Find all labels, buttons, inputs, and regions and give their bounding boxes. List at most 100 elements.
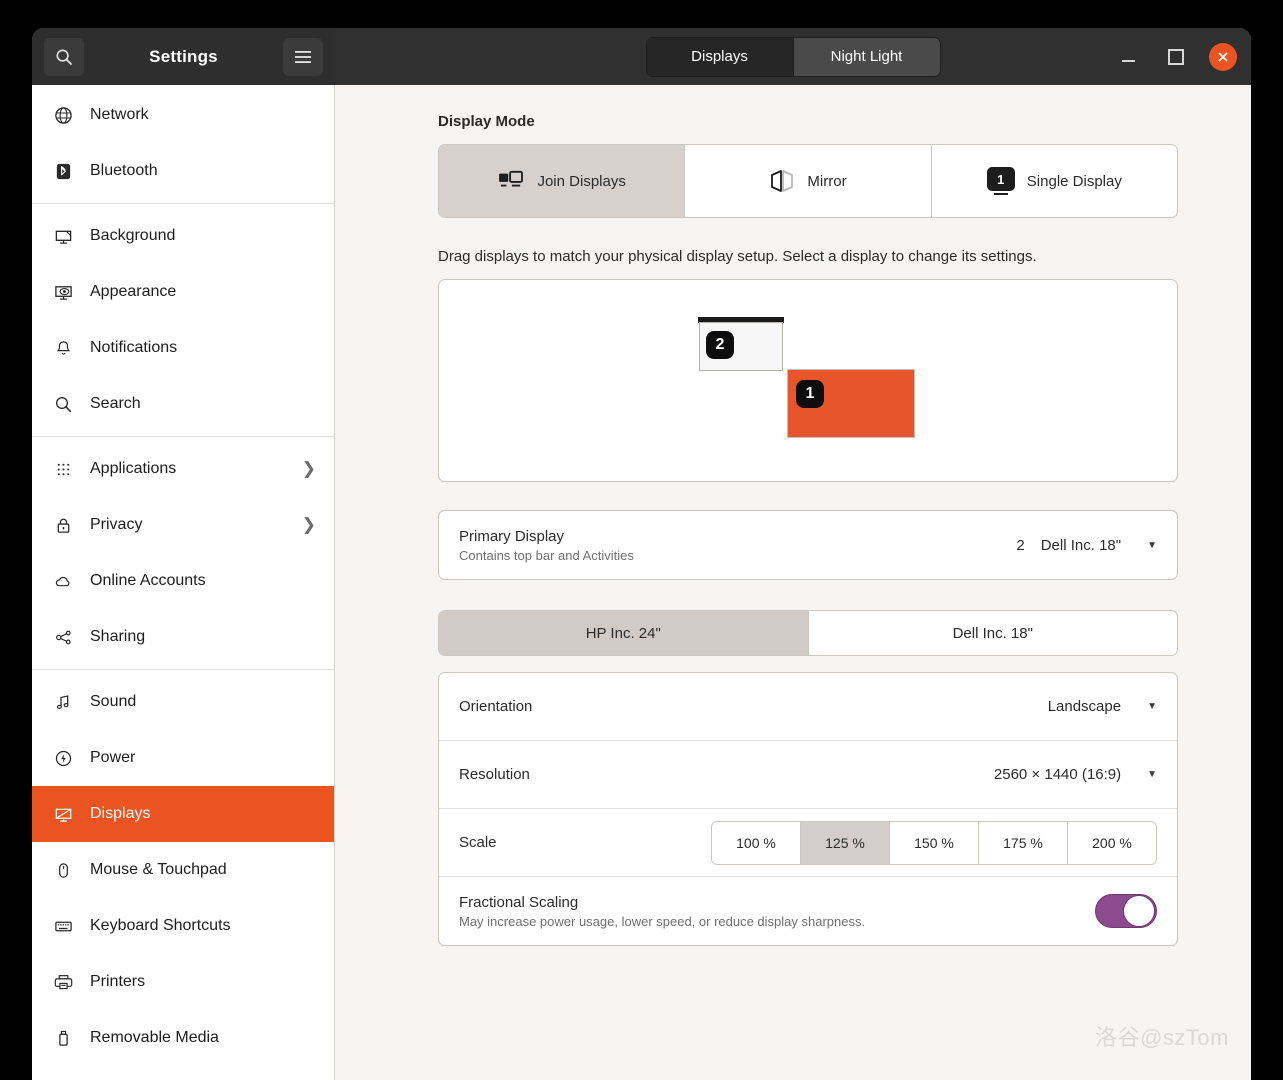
mode-label: Join Displays [537, 172, 626, 190]
sidebar-item-search[interactable]: Search [32, 376, 334, 432]
cloud-icon [50, 572, 76, 591]
close-button[interactable] [1209, 42, 1237, 71]
scale-option-100[interactable]: 100 % [712, 821, 801, 864]
fractional-scaling-label: Fractional Scaling [459, 893, 579, 911]
sidebar-item-sound[interactable]: Sound [32, 674, 334, 730]
search-button[interactable] [44, 37, 84, 76]
maximize-button[interactable] [1161, 42, 1191, 72]
orientation-value: Landscape ▼ [1048, 698, 1157, 715]
hamburger-menu-icon [295, 50, 311, 63]
scale-options: 100 % 125 % 150 % 175 % 200 % [711, 820, 1157, 865]
mode-single-display-button[interactable]: 1 Single Display [931, 145, 1177, 217]
sidebar-item-bluetooth[interactable]: Bluetooth [32, 143, 334, 199]
chevron-down-icon[interactable]: ▼ [1147, 769, 1157, 780]
sidebar-item-label: Appearance [90, 283, 177, 300]
sidebar-item-label: Bluetooth [90, 162, 158, 179]
display-selector-tabs: HP Inc. 24" Dell Inc. 18" [438, 610, 1178, 656]
scale-option-125[interactable]: 125 % [801, 821, 890, 864]
mouse-icon [50, 861, 76, 880]
display-arrangement-canvas[interactable]: 2 1 [438, 279, 1178, 482]
fractional-scaling-description: May increase power usage, lower speed, o… [459, 913, 866, 929]
orientation-current: Landscape [1047, 698, 1122, 715]
displays-icon [50, 805, 76, 824]
resolution-current: 2560 × 1440 (16:9) [993, 766, 1122, 783]
sidebar-separator [32, 436, 334, 437]
scale-option-150[interactable]: 150 % [890, 821, 979, 864]
window-header-bar: Settings Displays Night Light [32, 28, 1251, 85]
sidebar-item-keyboard-shortcuts[interactable]: Keyboard Shortcuts [32, 898, 334, 954]
chevron-down-icon[interactable]: ▼ [1147, 701, 1157, 712]
window-body: Network Bluetooth Background Appearance … [32, 85, 1251, 1080]
sidebar-item-network[interactable]: Network [32, 87, 334, 143]
mode-mirror-button[interactable]: Mirror [685, 145, 932, 217]
mode-join-displays-button[interactable]: Join Displays [439, 145, 686, 217]
chevron-right-icon: ❯ [301, 515, 316, 534]
sidebar-item-label: Search [90, 395, 141, 412]
sidebar-separator [32, 203, 334, 204]
bluetooth-icon [50, 162, 76, 181]
resolution-value: 2560 × 1440 (16:9) ▼ [994, 766, 1157, 783]
sidebar-item-displays[interactable]: Displays [32, 786, 334, 842]
sidebar-item-background[interactable]: Background [32, 208, 334, 264]
display-tab-dell[interactable]: Dell Inc. 18" [808, 611, 1177, 655]
fractional-scaling-row: Fractional Scaling May increase power us… [439, 877, 1177, 945]
scale-label: Scale [459, 834, 497, 851]
fractional-scaling-toggle[interactable] [1095, 894, 1157, 928]
view-switcher-tabs: Displays Night Light [645, 36, 941, 77]
sidebar-separator [32, 669, 334, 670]
tab-night-light[interactable]: Night Light [793, 37, 940, 76]
sidebar-item-label: Background [90, 227, 176, 244]
display-2-number-badge: 2 [706, 331, 734, 359]
primary-display-description: Contains top bar and Activities [459, 547, 634, 563]
chevron-right-icon: ❯ [301, 459, 316, 478]
mode-label: Single Display [1026, 172, 1122, 190]
sidebar-item-label: Removable Media [90, 1029, 219, 1046]
display-1-number-badge: 1 [796, 380, 824, 408]
tab-displays[interactable]: Displays [646, 37, 794, 76]
keyboard-icon [50, 917, 76, 936]
maximize-icon [1168, 48, 1184, 65]
monitor-wallpaper-icon [50, 227, 76, 246]
display-2-rect[interactable]: 2 [699, 322, 783, 371]
mirror-icon [769, 169, 795, 193]
scale-option-200[interactable]: 200 % [1068, 821, 1156, 864]
sidebar-item-label: Online Accounts [90, 572, 206, 589]
lock-icon [50, 516, 76, 535]
header-right-pane: Displays Night Light [335, 28, 1251, 85]
sidebar-item-power[interactable]: Power [32, 730, 334, 786]
app-title: Settings [149, 46, 218, 66]
scale-row: Scale 100 % 125 % 150 % 175 % 200 % [439, 809, 1177, 877]
primary-display-name: Dell Inc. 18" [1040, 536, 1122, 554]
sidebar-item-label: Applications [90, 460, 177, 477]
sidebar-item-label: Network [90, 106, 149, 123]
primary-display-label: Primary Display [459, 527, 565, 545]
resolution-row[interactable]: Resolution 2560 × 1440 (16:9) ▼ [439, 741, 1177, 809]
sidebar-item-sharing[interactable]: Sharing [32, 609, 334, 665]
sidebar-item-online-accounts[interactable]: Online Accounts [32, 553, 334, 609]
primary-display-row[interactable]: Primary Display Contains top bar and Act… [439, 511, 1177, 579]
printer-icon [50, 973, 76, 992]
sidebar-item-notifications[interactable]: Notifications [32, 320, 334, 376]
orientation-row[interactable]: Orientation Landscape ▼ [439, 673, 1177, 741]
settings-sidebar[interactable]: Network Bluetooth Background Appearance … [32, 85, 335, 1080]
arrangement-hint: Drag displays to match your physical dis… [438, 248, 1037, 265]
watermark-text: 洛谷@szTom [1095, 1025, 1229, 1050]
main-menu-button[interactable] [283, 37, 323, 76]
chevron-down-icon[interactable]: ▼ [1147, 540, 1157, 551]
sidebar-item-removable-media[interactable]: Removable Media [32, 1010, 334, 1066]
display-1-rect[interactable]: 1 [787, 369, 915, 438]
display-tab-hp[interactable]: HP Inc. 24" [439, 611, 809, 655]
sidebar-item-appearance[interactable]: Appearance [32, 264, 334, 320]
sidebar-item-mouse-touchpad[interactable]: Mouse & Touchpad [32, 842, 334, 898]
sidebar-item-privacy[interactable]: Privacy ❯ [32, 497, 334, 553]
sidebar-item-printers[interactable]: Printers [32, 954, 334, 1010]
search-icon [50, 395, 76, 414]
resolution-label: Resolution [459, 766, 530, 783]
minimize-button[interactable] [1113, 42, 1143, 72]
single-display-number: 1 [986, 167, 1015, 191]
scale-option-175[interactable]: 175 % [979, 821, 1068, 864]
sidebar-item-label: Mouse & Touchpad [90, 861, 227, 878]
minimize-icon [1121, 59, 1135, 62]
orientation-label: Orientation [459, 698, 533, 715]
sidebar-item-applications[interactable]: Applications ❯ [32, 441, 334, 497]
